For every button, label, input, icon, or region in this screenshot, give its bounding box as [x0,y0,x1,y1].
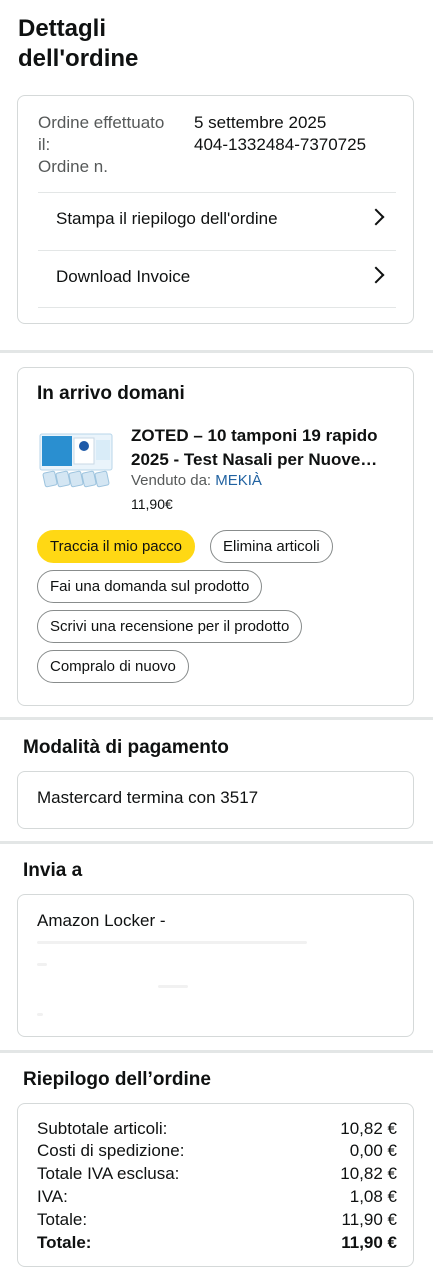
section-divider [0,350,433,353]
ask-question-button[interactable]: Fai una domanda sul prodotto [37,570,263,603]
order-values: 5 settembre 2025 404-1332484-7370725 [194,112,366,156]
track-package-button[interactable]: Traccia il mio pacco [37,530,195,563]
ship-to-section-title: Invia a [23,860,83,881]
seller-link[interactable]: MEKIÀ [215,472,262,489]
download-invoice-link[interactable]: Download Invoice [38,250,396,308]
summary-card: Subtotale articoli: 10,82 € Costi di sped… [17,1103,414,1267]
delete-items-button[interactable]: Elimina articoli [210,530,333,563]
order-date-value: 5 settembre 2025 [194,113,327,132]
print-summary-link[interactable]: Stampa il riepilogo dell'ordine [38,192,396,249]
section-divider [0,1050,433,1053]
section-divider [0,717,433,720]
payment-method: Mastercard termina con 3517 [37,788,259,807]
buy-again-button[interactable]: Compralo di nuovo [37,650,189,683]
address-name: Amazon Locker - [37,911,166,930]
payment-card: Mastercard termina con 3517 [17,771,414,829]
address-card: Amazon Locker - [17,894,414,1037]
section-divider [0,841,433,844]
summary-section-title: Riepilogo dell’ordine [23,1069,211,1090]
page-title: Dettagli dell'ordine [18,15,139,72]
download-invoice-label: Download Invoice [56,267,191,286]
payment-section-title: Modalità di pagamento [23,737,229,758]
product-price: 11,90€ [131,496,173,512]
sold-by: Venduto da: MEKIÀ [131,472,262,489]
order-info-card: Ordine effettuato il: Ordine n. 5 settem… [17,95,414,324]
redacted-address-line [37,941,307,944]
redacted-address-line [158,985,188,988]
redacted-address-line [37,1013,43,1016]
write-review-button[interactable]: Scrivi una recensione per il prodotto [37,610,303,643]
chevron-right-icon [367,208,385,226]
redacted-address-line [37,963,47,966]
order-number-value: 404-1332484-7370725 [194,135,367,154]
product-image[interactable] [38,428,118,498]
order-date-label: Ordine effettuato il: Ordine n. [38,113,165,176]
product-title[interactable]: ZOTED – 10 tamponi 19 rapido 2025 - Test… [131,424,401,472]
shipment-card: In arrivo domani ZOTED – 10 tamponi 19 r… [17,367,414,706]
delivery-status: In arrivo domani [37,383,185,404]
print-summary-label: Stampa il riepilogo dell'ordine [56,209,278,228]
chevron-right-icon [367,266,385,284]
